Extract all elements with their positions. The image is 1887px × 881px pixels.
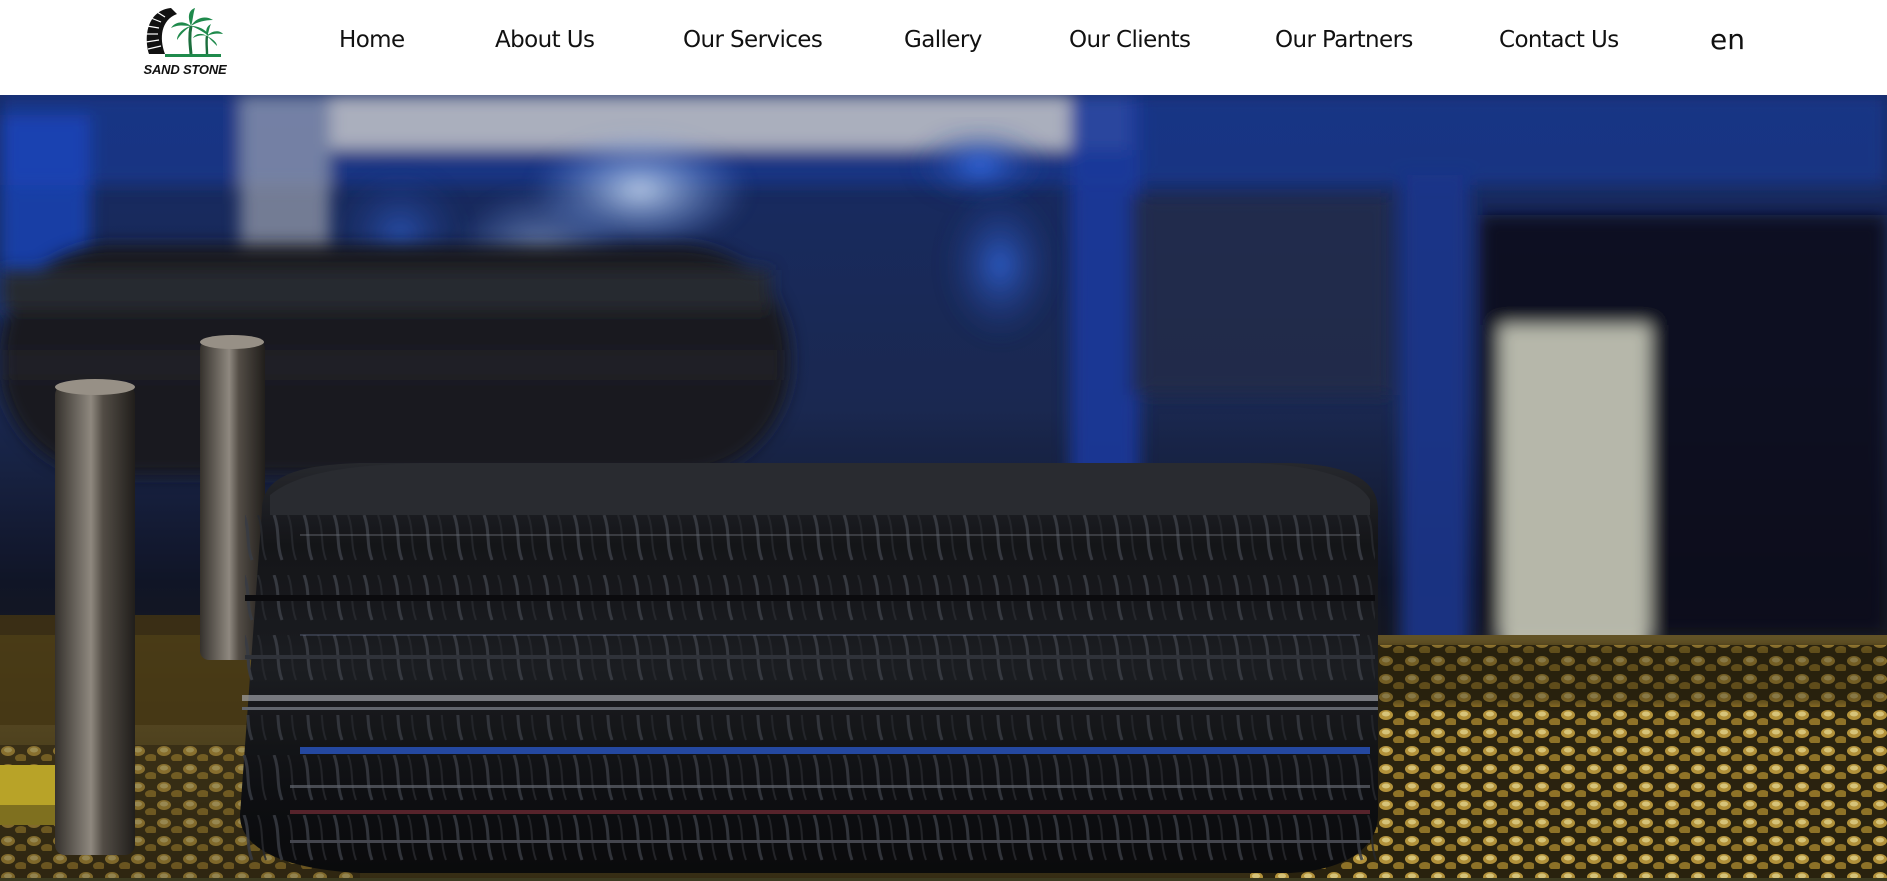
nav-about-us[interactable]: About Us xyxy=(495,25,595,55)
sandstone-logo[interactable]: SAND STONE xyxy=(135,4,235,78)
nav-gallery[interactable]: Gallery xyxy=(904,25,982,55)
nav-home[interactable]: Home xyxy=(339,25,405,55)
language-switcher[interactable]: en xyxy=(1710,24,1745,56)
nav-contact-us[interactable]: Contact Us xyxy=(1499,25,1619,55)
top-navbar: SAND STONE Home About Us Our Services Ga… xyxy=(0,0,1887,95)
logo-text: SAND STONE xyxy=(143,62,227,77)
nav-our-partners[interactable]: Our Partners xyxy=(1275,25,1413,55)
nav-our-clients[interactable]: Our Clients xyxy=(1069,25,1191,55)
tire-production-line-image xyxy=(0,95,1887,881)
nav-our-services[interactable]: Our Services xyxy=(683,25,823,55)
tire-palm-logo-icon xyxy=(145,8,223,57)
hero-banner xyxy=(0,95,1887,881)
